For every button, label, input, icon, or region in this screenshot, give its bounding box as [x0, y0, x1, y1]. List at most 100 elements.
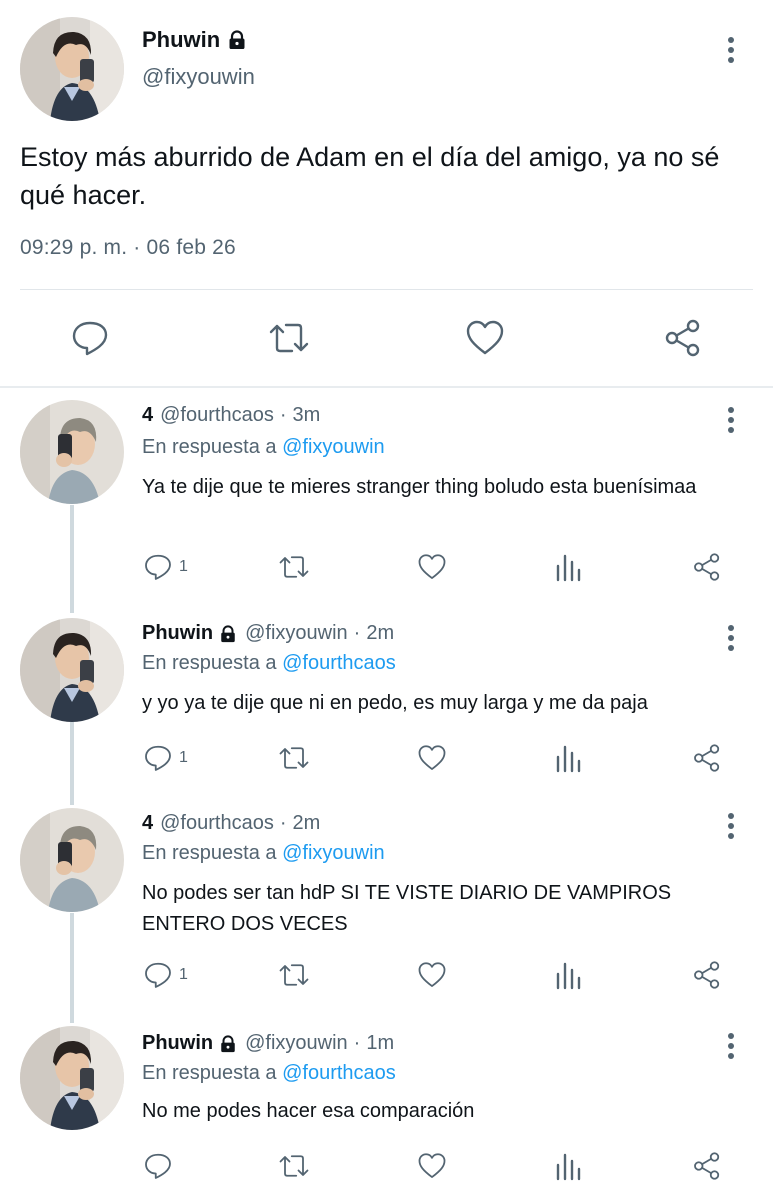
more-options-button[interactable] — [717, 620, 745, 656]
retweet-icon — [279, 747, 309, 769]
share-icon — [694, 744, 720, 772]
share-button[interactable] — [692, 738, 722, 778]
reply-icon — [145, 962, 171, 988]
reply-time[interactable]: 2m — [366, 622, 394, 645]
share-button[interactable] — [692, 547, 722, 587]
heart-icon — [418, 1153, 446, 1178]
author-name[interactable]: Phuwin — [142, 622, 213, 645]
reply-tweet: Phuwin @fixyouwin · 2m En respuesta a @f… — [0, 618, 773, 788]
author-handle[interactable]: @fourthcaos — [160, 812, 274, 835]
like-button[interactable] — [417, 1146, 447, 1186]
reply-mention[interactable]: @fourthcaos — [282, 1062, 396, 1084]
reply-header: Phuwin @fixyouwin · 2m — [142, 622, 394, 645]
lock-icon — [227, 30, 247, 50]
heart-icon — [418, 554, 446, 579]
avatar-phuwin[interactable] — [20, 1026, 124, 1130]
author-handle[interactable]: @fourthcaos — [160, 404, 274, 427]
author-name[interactable]: 4 — [142, 812, 153, 835]
more-options-button[interactable] — [717, 808, 745, 844]
share-icon — [694, 1152, 720, 1180]
retweet-button[interactable] — [277, 955, 311, 995]
analytics-icon — [556, 745, 581, 773]
more-vertical-icon — [728, 813, 734, 839]
reply-context: En respuesta a @fixyouwin — [142, 436, 385, 459]
reply-actions — [0, 1146, 773, 1186]
retweet-button[interactable] — [277, 738, 311, 778]
like-button[interactable] — [417, 547, 447, 587]
analytics-icon — [556, 1153, 581, 1181]
reply-context: En respuesta a @fourthcaos — [142, 1062, 396, 1085]
reply-prefix: En respuesta a — [142, 652, 277, 674]
separator-dot: · — [279, 812, 287, 834]
main-tweet: Phuwin @fixyouwin Estoy más aburrido de … — [0, 0, 773, 388]
analytics-button[interactable] — [555, 738, 583, 778]
section-divider — [0, 386, 773, 388]
reply-tweet: Phuwin @fixyouwin · 1m En respuesta a @f… — [0, 1026, 773, 1200]
reply-tweet: 4 @fourthcaos · 2m En respuesta a @fixyo… — [0, 808, 773, 1008]
like-button[interactable] — [417, 738, 447, 778]
share-icon — [694, 553, 720, 581]
avatar-phuwin[interactable] — [20, 618, 124, 722]
reply-context: En respuesta a @fixyouwin — [142, 842, 385, 865]
reply-time[interactable]: 1m — [366, 1032, 394, 1055]
retweet-icon — [279, 1155, 309, 1177]
reply-prefix: En respuesta a — [142, 1062, 277, 1084]
author-handle[interactable]: @fixyouwin — [245, 622, 348, 645]
lock-icon — [219, 1034, 237, 1053]
share-button[interactable] — [692, 1146, 722, 1186]
reply-button[interactable] — [68, 316, 112, 360]
retweet-button[interactable] — [277, 547, 311, 587]
analytics-button[interactable] — [555, 955, 583, 995]
reply-mention[interactable]: @fourthcaos — [282, 652, 396, 674]
more-vertical-icon — [728, 625, 734, 651]
reply-time[interactable]: 2m — [293, 812, 321, 835]
author-handle[interactable]: @fixyouwin — [245, 1032, 348, 1055]
more-options-button[interactable] — [717, 1028, 745, 1064]
analytics-icon — [556, 962, 581, 990]
avatar-fourthcaos[interactable] — [20, 808, 124, 912]
reply-mention[interactable]: @fixyouwin — [282, 436, 385, 458]
reply-text: No podes ser tan hdP SI TE VISTE DIARIO … — [142, 882, 672, 935]
more-vertical-icon — [728, 1033, 734, 1059]
separator-dot: · — [353, 622, 361, 644]
retweet-icon — [279, 556, 309, 578]
more-options-button[interactable] — [717, 32, 745, 68]
analytics-button[interactable] — [555, 547, 583, 587]
heart-icon — [466, 320, 504, 355]
more-vertical-icon — [728, 407, 734, 433]
reply-button[interactable]: 1 — [143, 547, 188, 587]
avatar-fourthcaos[interactable] — [20, 400, 124, 504]
reply-actions: 1 — [0, 547, 773, 587]
author-name[interactable]: 4 — [142, 404, 153, 427]
share-button[interactable] — [692, 955, 722, 995]
reply-time[interactable]: 3m — [293, 404, 321, 427]
retweet-icon — [269, 323, 309, 353]
avatar-phuwin[interactable] — [20, 17, 124, 121]
author-name-row: Phuwin — [142, 27, 247, 53]
reply-prefix: En respuesta a — [142, 436, 277, 458]
author-name[interactable]: Phuwin — [142, 27, 220, 53]
reply-header: 4 @fourthcaos · 2m — [142, 812, 320, 835]
retweet-button[interactable] — [277, 1146, 311, 1186]
reply-text: y yo ya te dije que ni en pedo, es muy l… — [142, 692, 648, 714]
retweet-button[interactable] — [267, 316, 311, 360]
reply-button[interactable]: 1 — [143, 738, 188, 778]
reply-mention[interactable]: @fixyouwin — [282, 842, 385, 864]
author-handle[interactable]: @fixyouwin — [142, 64, 255, 90]
reply-icon — [145, 745, 171, 771]
reply-text: No me podes hacer esa comparación — [142, 1100, 475, 1122]
reply-count: 1 — [179, 966, 188, 983]
share-button[interactable] — [661, 316, 705, 360]
analytics-button[interactable] — [555, 1146, 583, 1186]
more-options-button[interactable] — [717, 402, 745, 438]
reply-button[interactable] — [143, 1146, 173, 1186]
author-name[interactable]: Phuwin — [142, 1032, 213, 1055]
separator-dot: · — [279, 404, 287, 426]
reply-button[interactable]: 1 — [143, 955, 188, 995]
reply-header: Phuwin @fixyouwin · 1m — [142, 1032, 394, 1055]
like-button[interactable] — [463, 316, 507, 360]
separator-dot: · — [353, 1032, 361, 1054]
share-icon — [694, 961, 720, 989]
tweet-timestamp[interactable]: 09:29 p. m. · 06 feb 26 — [20, 236, 236, 260]
like-button[interactable] — [417, 955, 447, 995]
